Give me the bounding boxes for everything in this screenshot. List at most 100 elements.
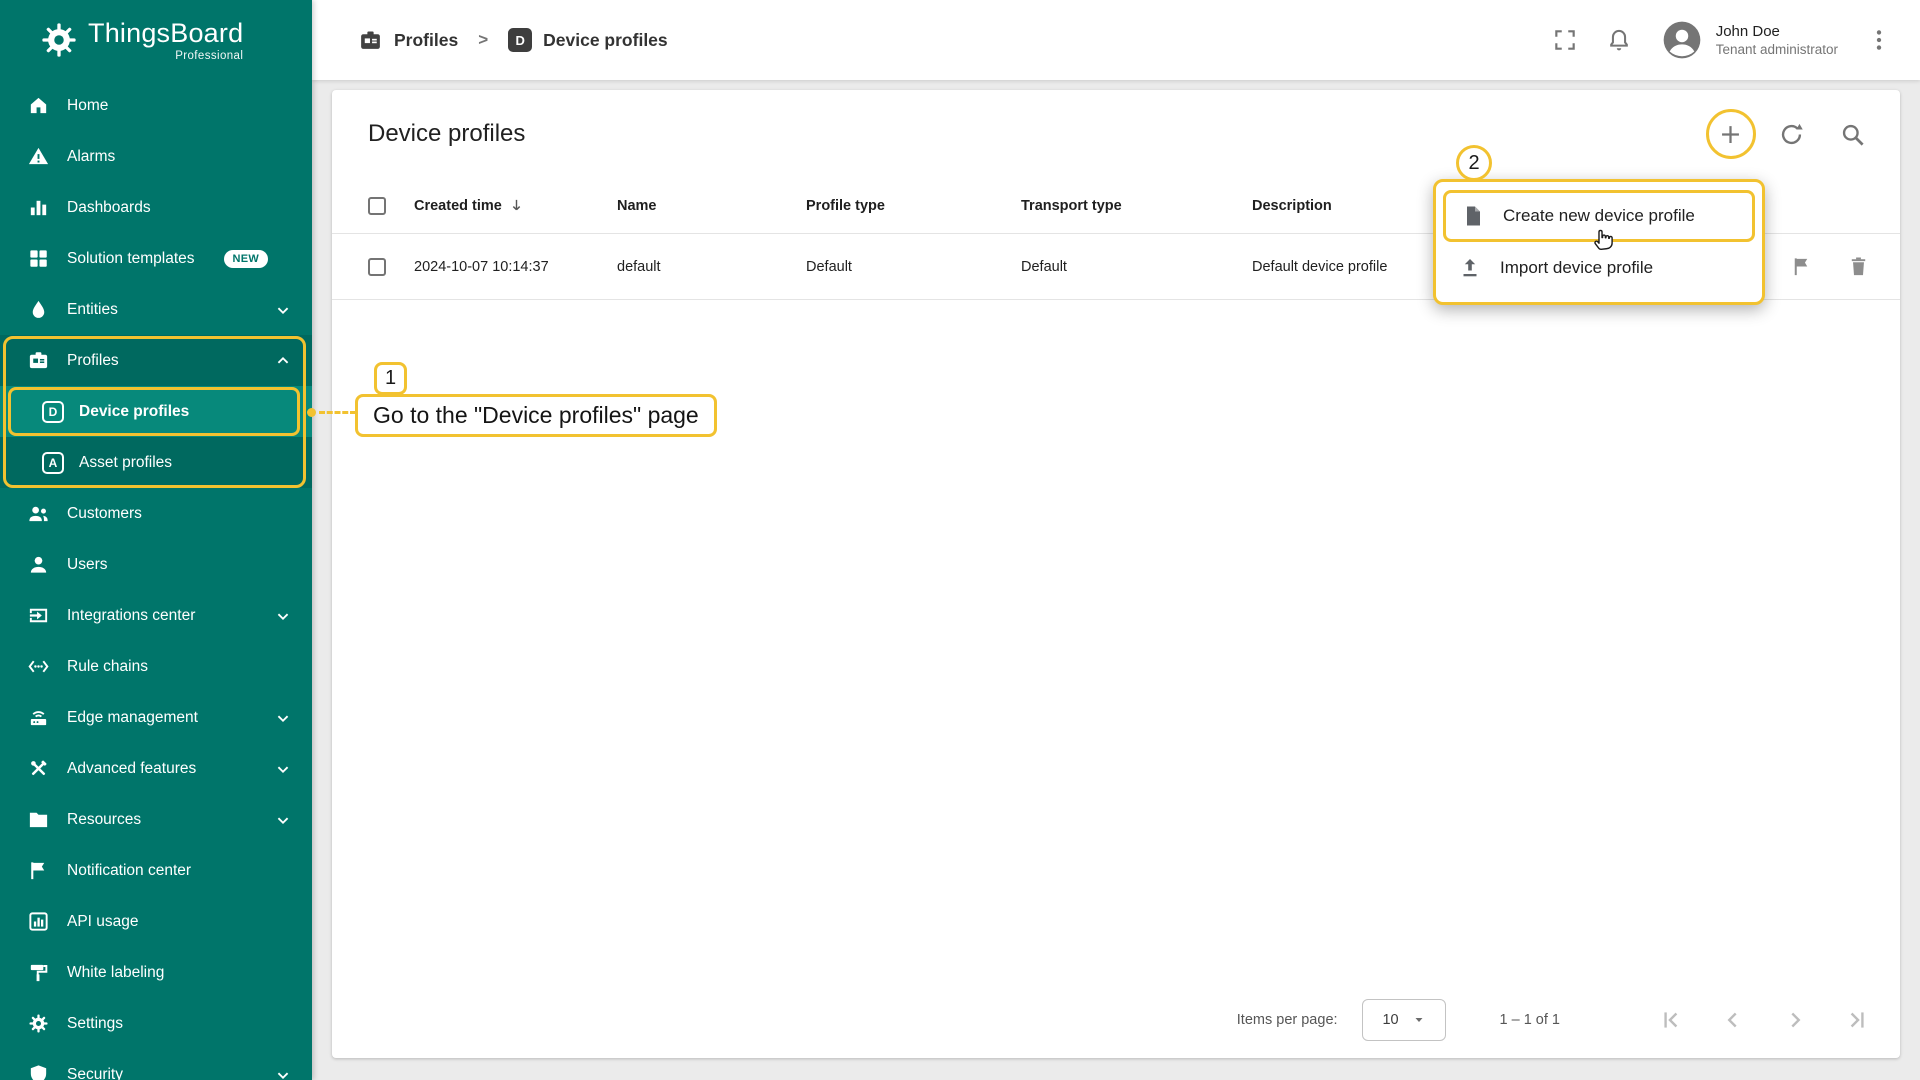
menu-item-label: Import device profile — [1500, 258, 1654, 277]
notification-center-flag-icon — [31, 862, 45, 880]
table-toolbar — [1705, 109, 1866, 159]
user-role: Tenant administrator — [1715, 42, 1838, 57]
customers-icon — [29, 506, 48, 522]
page-range-label: 1 – 1 of 1 — [1499, 1012, 1560, 1028]
sidebar-item-home[interactable]: Home — [0, 80, 312, 131]
sidebar-item-entities[interactable]: Entities — [0, 284, 312, 335]
sidebar-item-api-usage[interactable]: API usage — [0, 896, 312, 947]
notifications-bell-icon[interactable] — [1606, 27, 1632, 53]
thingsboard-gear-icon — [42, 23, 76, 57]
sidebar-item-label: Edge management — [67, 708, 198, 726]
flag-icon[interactable] — [1790, 255, 1813, 278]
profiles-group: Profiles D Device profiles A Asset profi… — [0, 335, 312, 488]
cell-transport-type: Default — [1021, 258, 1067, 275]
upload-icon — [1463, 259, 1477, 277]
rule-chains-icon — [28, 660, 49, 673]
add-profile-dropdown-menu: Create new device profile Import device … — [1433, 179, 1765, 305]
sidebar-item-alarms[interactable]: Alarms — [0, 131, 312, 182]
fullscreen-icon[interactable] — [1552, 27, 1578, 53]
new-badge: NEW — [223, 249, 269, 268]
sidebar-item-label: Entities — [67, 300, 118, 318]
sidebar-item-label: Notification center — [67, 861, 192, 879]
alarms-icon — [28, 147, 49, 165]
sidebar-item-device-profiles[interactable]: D Device profiles — [0, 386, 312, 437]
sidebar-item-label: Resources — [67, 810, 142, 828]
cell-created-time: 2024-10-07 10:14:37 — [414, 258, 549, 275]
search-icon — [1842, 124, 1864, 146]
breadcrumb-label: Device profiles — [543, 29, 668, 50]
column-label: Created time — [414, 197, 502, 214]
sidebar-item-advanced-features[interactable]: Advanced features — [0, 743, 312, 794]
column-header-name[interactable]: Name — [617, 198, 806, 214]
row-checkbox[interactable] — [368, 257, 386, 276]
chevron-down-icon — [277, 715, 289, 722]
search-button[interactable] — [1839, 121, 1866, 148]
topbar-actions: John Doe Tenant administrator — [1552, 18, 1892, 62]
column-header-profile-type[interactable]: Profile type — [806, 198, 1021, 214]
white-labeling-paint-icon — [30, 964, 48, 982]
sidebar-item-label: Dashboards — [67, 198, 151, 216]
home-icon — [30, 97, 47, 114]
cell-profile-type: Default — [806, 258, 852, 275]
main-area: Profiles > D Device profiles John Doe Te… — [312, 0, 1920, 1080]
sidebar-item-label: Device profiles — [79, 402, 190, 420]
refresh-icon — [1781, 123, 1803, 144]
add-device-profile-button[interactable] — [1705, 109, 1756, 159]
sidebar-item-label: Alarms — [67, 147, 116, 165]
menu-item-label: Create new device profile — [1503, 206, 1695, 225]
sidebar-item-label: API usage — [67, 912, 139, 930]
menu-item-create-new-device-profile[interactable]: Create new device profile — [1443, 190, 1755, 242]
breadcrumb-device-profiles[interactable]: D Device profiles — [508, 28, 668, 52]
sidebar-item-label: Asset profiles — [79, 453, 173, 471]
first-page-icon — [1664, 1012, 1678, 1028]
sidebar-item-edge-management[interactable]: Edge management — [0, 692, 312, 743]
sidebar-item-integrations-center[interactable]: Integrations center — [0, 590, 312, 641]
sidebar-item-label: Advanced features — [67, 759, 197, 777]
sidebar-item-label: White labeling — [67, 963, 165, 981]
column-header-transport-type[interactable]: Transport type — [1021, 198, 1252, 214]
thingsboard-logo[interactable]: ThingsBoard Professional — [0, 0, 312, 80]
sidebar-item-profiles[interactable]: Profiles — [0, 335, 312, 386]
sidebar-item-rule-chains[interactable]: Rule chains — [0, 641, 312, 692]
sidebar-item-resources[interactable]: Resources — [0, 794, 312, 845]
column-header-created-time[interactable]: Created time — [414, 197, 617, 214]
chevron-down-icon — [277, 766, 289, 773]
sidebar-item-settings[interactable]: Settings — [0, 998, 312, 1049]
topbar: Profiles > D Device profiles John Doe Te… — [312, 0, 1920, 80]
user-menu[interactable]: John Doe Tenant administrator — [1660, 18, 1838, 62]
sidebar-item-dashboards[interactable]: Dashboards — [0, 182, 312, 233]
edge-management-icon — [30, 711, 47, 726]
sidebar: ThingsBoard Professional Home Alarms Das… — [0, 0, 312, 1080]
device-profile-icon: D — [42, 400, 64, 423]
cell-name: default — [617, 258, 661, 275]
items-per-page-select[interactable]: 10 — [1361, 999, 1446, 1041]
refresh-button[interactable] — [1778, 121, 1805, 148]
kebab-menu-icon[interactable] — [1866, 27, 1892, 53]
breadcrumb-profiles[interactable]: Profiles — [358, 28, 458, 53]
delete-icon[interactable] — [1847, 255, 1870, 278]
last-page-icon — [1850, 1012, 1864, 1028]
card-header: Device profiles — [332, 90, 1900, 178]
security-shield-icon — [30, 1065, 47, 1080]
chevron-down-icon — [1415, 1018, 1423, 1022]
items-per-page-value: 10 — [1382, 1012, 1399, 1028]
menu-item-import-device-profile[interactable]: Import device profile — [1443, 242, 1755, 294]
entities-icon — [32, 300, 45, 318]
sidebar-item-users[interactable]: Users — [0, 539, 312, 590]
select-all-checkbox[interactable] — [368, 196, 386, 215]
sidebar-item-white-labeling[interactable]: White labeling — [0, 947, 312, 998]
sidebar-item-asset-profiles[interactable]: A Asset profiles — [0, 437, 312, 488]
sidebar-item-notification-center[interactable]: Notification center — [0, 845, 312, 896]
sidebar-item-label: Rule chains — [67, 657, 148, 675]
add-icon — [1722, 125, 1739, 143]
sidebar-item-solution-templates[interactable]: Solution templates NEW — [0, 233, 312, 284]
sidebar-item-customers[interactable]: Customers — [0, 488, 312, 539]
sidebar-item-label: Solution templates — [67, 249, 195, 267]
sidebar-item-security[interactable]: Security — [0, 1049, 312, 1080]
breadcrumb-separator: > — [478, 30, 489, 49]
chevron-up-icon — [277, 356, 289, 363]
breadcrumb-label: Profiles — [394, 29, 459, 50]
sidebar-item-label: Security — [67, 1065, 123, 1080]
avatar — [1663, 21, 1701, 59]
sidebar-nav: Home Alarms Dashboards Solution template… — [0, 80, 312, 1080]
